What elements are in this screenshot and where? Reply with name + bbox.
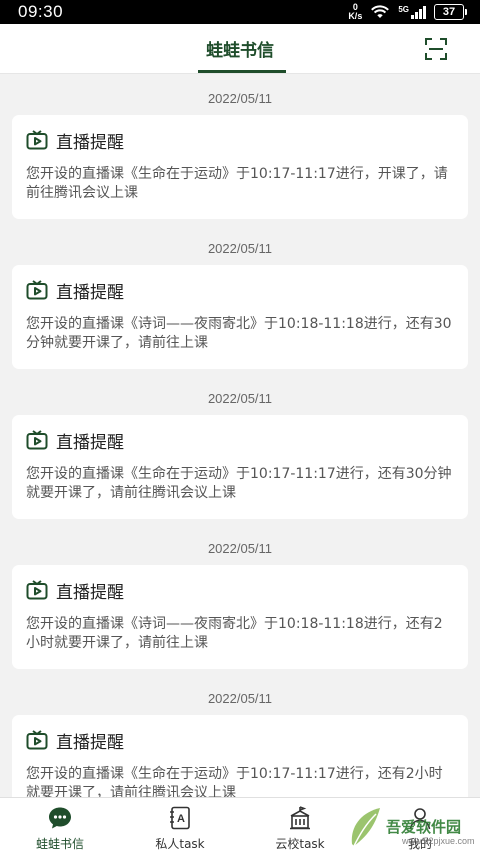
- cellular-signal: 5G: [398, 4, 426, 19]
- message-header: 直播提醒: [26, 427, 454, 453]
- message-title: 直播提醒: [56, 432, 124, 453]
- network-speed-unit: K/s: [348, 11, 363, 21]
- message-date: 2022/05/11: [207, 91, 273, 106]
- page-title[interactable]: 蛙蛙书信: [0, 36, 480, 61]
- message-feed[interactable]: 2022/05/11 直播提醒 您开设的直播课《生命在于运动》于10:17-11…: [0, 75, 480, 797]
- message-group: 2022/05/11 直播提醒 您开设的直播课《生命在于运动》于10:17-11…: [0, 375, 480, 519]
- status-indicators: 0 K/s 5G 37: [348, 3, 467, 21]
- message-card[interactable]: 直播提醒 您开设的直播课《生命在于运动》于10:17-11:17进行，还有2小时…: [12, 715, 468, 797]
- tab-label: 私人task: [155, 837, 205, 851]
- status-time: 09:30: [18, 2, 64, 21]
- battery-level: 37: [442, 6, 456, 18]
- svg-text:A: A: [177, 813, 185, 825]
- message-card[interactable]: 直播提醒 您开设的直播课《生命在于运动》于10:17-11:17进行，开课了，请…: [12, 115, 468, 219]
- battery-icon: 37: [434, 4, 467, 20]
- network-type: 5G: [398, 4, 409, 14]
- scan-icon[interactable]: [424, 37, 448, 61]
- app-header: 蛙蛙书信: [0, 24, 480, 74]
- signal-bars-icon: [411, 5, 426, 19]
- message-title: 直播提醒: [56, 132, 124, 153]
- wifi-icon: [371, 5, 390, 18]
- chat-icon: [49, 807, 71, 829]
- message-body: 您开设的直播课《生命在于运动》于10:17-11:17进行，还有30分钟就要开课…: [26, 466, 452, 501]
- message-body: 您开设的直播课《生命在于运动》于10:17-11:17进行，还有2小时就要开课了…: [26, 766, 443, 797]
- title-tab-indicator: [198, 70, 286, 73]
- tab-private-task[interactable]: A 私人task: [120, 798, 240, 853]
- watermark-url: www.52pjxue.com: [402, 836, 475, 846]
- live-tv-icon: [26, 430, 48, 450]
- message-group: 2022/05/11 直播提醒 您开设的直播课《诗词——夜雨寄北》于10:18-…: [0, 525, 480, 669]
- message-header: 直播提醒: [26, 727, 454, 753]
- message-header: 直播提醒: [26, 127, 454, 153]
- message-date: 2022/05/11: [207, 391, 273, 406]
- message-header: 直播提醒: [26, 577, 454, 603]
- tab-school-task[interactable]: 云校task: [240, 798, 360, 853]
- live-tv-icon: [26, 730, 48, 750]
- message-header: 直播提醒: [26, 277, 454, 303]
- school-icon: [290, 806, 310, 830]
- live-tv-icon: [26, 280, 48, 300]
- watermark-text: 吾爱软件园: [386, 818, 462, 836]
- message-group: 2022/05/11 直播提醒 您开设的直播课《诗词——夜雨寄北》于10:18-…: [0, 225, 480, 369]
- message-title: 直播提醒: [56, 582, 124, 603]
- network-speed: 0 K/s: [348, 3, 362, 21]
- message-card[interactable]: 直播提醒 您开设的直播课《诗词——夜雨寄北》于10:18-11:18进行，还有3…: [12, 265, 468, 369]
- message-group: 2022/05/11 直播提醒 您开设的直播课《生命在于运动》于10:17-11…: [0, 675, 480, 797]
- leaf-logo-icon: [351, 808, 380, 847]
- status-bar: 09:30 0 K/s 5G 37: [0, 0, 480, 24]
- message-date: 2022/05/11: [207, 541, 273, 556]
- live-tv-icon: [26, 130, 48, 150]
- tab-label: 蛙蛙书信: [35, 837, 84, 851]
- message-date: 2022/05/11: [207, 691, 273, 706]
- message-group: 2022/05/11 直播提醒 您开设的直播课《生命在于运动》于10:17-11…: [0, 75, 480, 219]
- live-tv-icon: [26, 580, 48, 600]
- message-card[interactable]: 直播提醒 您开设的直播课《诗词——夜雨寄北》于10:18-11:18进行，还有2…: [12, 565, 468, 669]
- message-date: 2022/05/11: [207, 241, 273, 256]
- contact-book-icon: A: [170, 806, 190, 830]
- tab-letters[interactable]: 蛙蛙书信: [0, 798, 120, 853]
- message-card[interactable]: 直播提醒 您开设的直播课《生命在于运动》于10:17-11:17进行，还有30分…: [12, 415, 468, 519]
- message-title: 直播提醒: [56, 282, 124, 303]
- message-body: 您开设的直播课《生命在于运动》于10:17-11:17进行，开课了，请前往腾讯会…: [26, 166, 448, 201]
- message-body: 您开设的直播课《诗词——夜雨寄北》于10:18-11:18进行，还有2小时就要开…: [26, 616, 443, 651]
- watermark-logo: 吾爱软件园 www.52pjxue.com: [346, 800, 475, 852]
- tab-label: 云校task: [275, 837, 325, 851]
- message-body: 您开设的直播课《诗词——夜雨寄北》于10:18-11:18进行，还有30分钟就要…: [26, 316, 452, 351]
- message-title: 直播提醒: [56, 732, 124, 753]
